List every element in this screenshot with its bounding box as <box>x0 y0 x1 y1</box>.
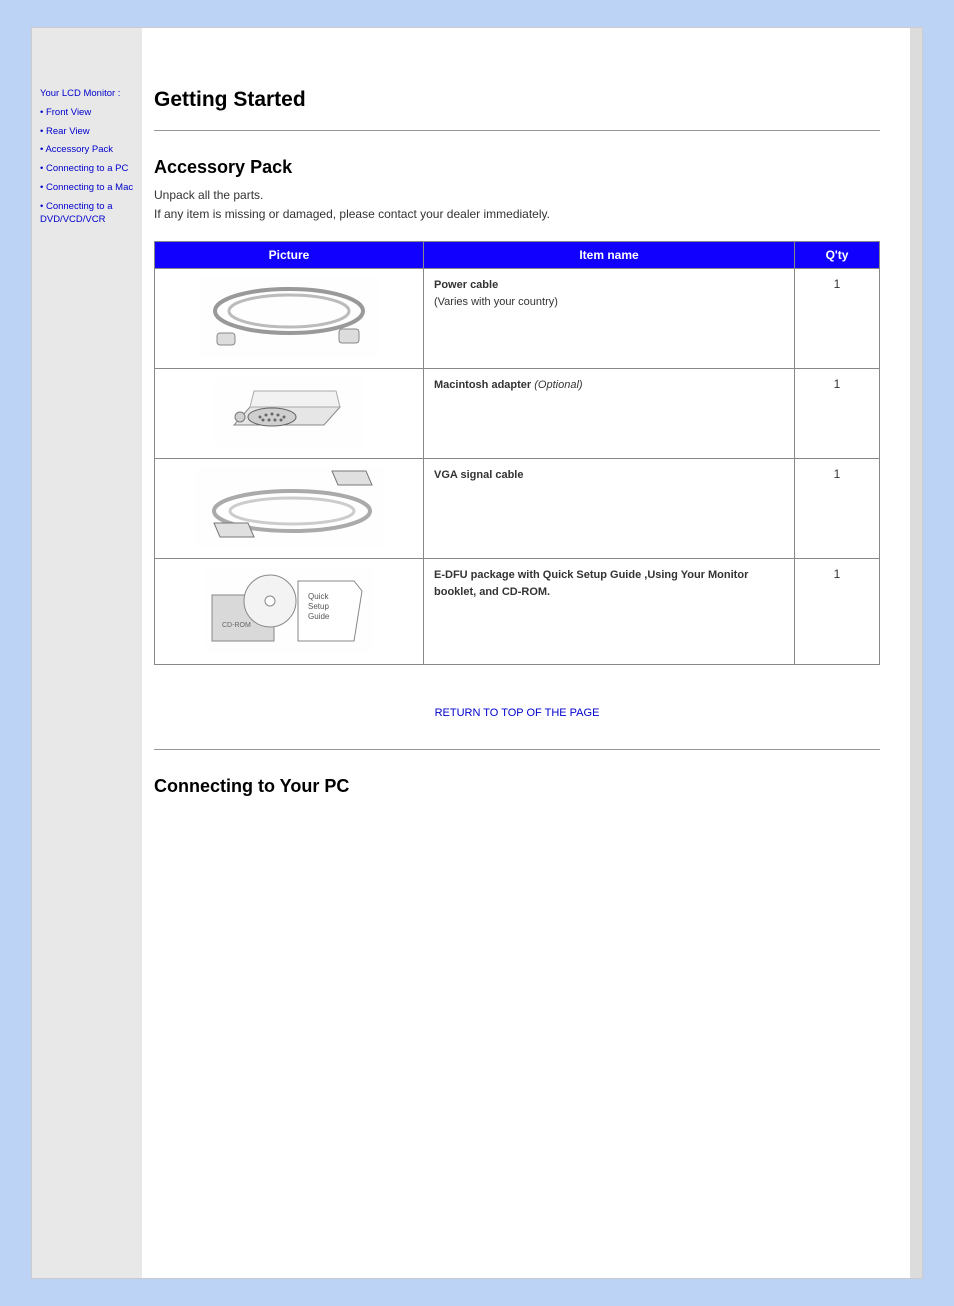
cell-qty: 1 <box>795 559 880 665</box>
vga-cable-icon <box>194 467 384 547</box>
sidebar-links: Your LCD Monitor : • Front View • Rear V… <box>40 88 140 233</box>
sidebar-link-connecting-mac[interactable]: • Connecting to a Mac <box>40 182 140 195</box>
th-picture: Picture <box>155 242 424 269</box>
table-row: Power cable (Varies with your country) 1 <box>155 269 880 369</box>
table-row: CD-ROM Quick Setup Guide E-DFU package w… <box>155 559 880 665</box>
cell-picture: CD-ROM Quick Setup Guide <box>155 559 424 665</box>
section-heading-accessory: Accessory Pack <box>154 157 880 178</box>
table-row: Macintosh adapter (Optional) 1 <box>155 369 880 459</box>
cell-qty: 1 <box>795 459 880 559</box>
sidebar-link-connecting-dvd[interactable]: • Connecting to a DVD/VCD/VCR <box>40 201 140 227</box>
sidebar-label: Front View <box>46 107 91 118</box>
cell-desc: E-DFU package with Quick Setup Guide ,Us… <box>424 559 795 665</box>
table-row: VGA signal cable 1 <box>155 459 880 559</box>
intro-text: Unpack all the parts. If any item is mis… <box>154 186 794 223</box>
sidebar-label: Connecting to a PC <box>46 163 128 174</box>
cell-picture <box>155 269 424 369</box>
item-note: (Varies with your country) <box>434 296 558 308</box>
svg-text:CD-ROM: CD-ROM <box>222 622 251 629</box>
svg-text:Guide: Guide <box>308 612 330 621</box>
sidebar-label: Rear View <box>46 126 90 137</box>
cell-desc: Macintosh adapter (Optional) <box>424 369 795 459</box>
svg-text:Setup: Setup <box>308 602 329 611</box>
power-cable-icon <box>199 277 379 357</box>
page-title: Getting Started <box>154 88 880 112</box>
sidebar-link-accessory-pack[interactable]: • Accessory Pack <box>40 144 140 157</box>
cell-qty: 1 <box>795 269 880 369</box>
item-title: Power cable <box>434 279 498 291</box>
svg-text:Quick: Quick <box>308 592 329 601</box>
sidebar-link-heading[interactable]: Your LCD Monitor : <box>40 88 140 101</box>
return-top-link[interactable]: RETURN TO TOP OF THE PAGE <box>435 707 600 719</box>
intro-line-1: Unpack all the parts. <box>154 188 263 202</box>
cell-picture <box>155 369 424 459</box>
mac-adapter-icon <box>214 377 364 447</box>
sidebar-label: Connecting to a Mac <box>46 182 133 193</box>
page-frame: Your LCD Monitor : • Front View • Rear V… <box>32 28 922 1278</box>
table-header-row: Picture Item name Q'ty <box>155 242 880 269</box>
spacer <box>154 805 880 875</box>
main-content: Getting Started Accessory Pack Unpack al… <box>142 28 910 1278</box>
th-qty: Q'ty <box>795 242 880 269</box>
cell-qty: 1 <box>795 369 880 459</box>
accessory-table: Picture Item name Q'ty Power cable <box>154 241 880 665</box>
th-item: Item name <box>424 242 795 269</box>
divider <box>154 130 880 131</box>
section-heading-connect-pc: Connecting to Your PC <box>154 776 880 797</box>
sidebar-label: Accessory Pack <box>45 144 113 155</box>
item-note-em: (Optional) <box>534 379 582 391</box>
cell-picture <box>155 459 424 559</box>
item-title: VGA signal cable <box>434 469 523 481</box>
intro-line-2: If any item is missing or damaged, pleas… <box>154 207 550 221</box>
sidebar-link-connecting-pc[interactable]: • Connecting to a PC <box>40 163 140 176</box>
divider <box>154 749 880 750</box>
scrollbar-track[interactable] <box>910 28 922 1278</box>
cell-desc: VGA signal cable <box>424 459 795 559</box>
item-title: Macintosh adapter <box>434 379 531 391</box>
item-title: E-DFU package with Quick Setup Guide ,Us… <box>434 569 748 598</box>
sidebar-link-front-view[interactable]: • Front View <box>40 107 140 120</box>
sidebar-label: Connecting to a DVD/VCD/VCR <box>40 201 113 225</box>
cell-desc: Power cable (Varies with your country) <box>424 269 795 369</box>
sidebar-link-rear-view[interactable]: • Rear View <box>40 126 140 139</box>
edfu-package-icon: CD-ROM Quick Setup Guide <box>204 567 374 653</box>
